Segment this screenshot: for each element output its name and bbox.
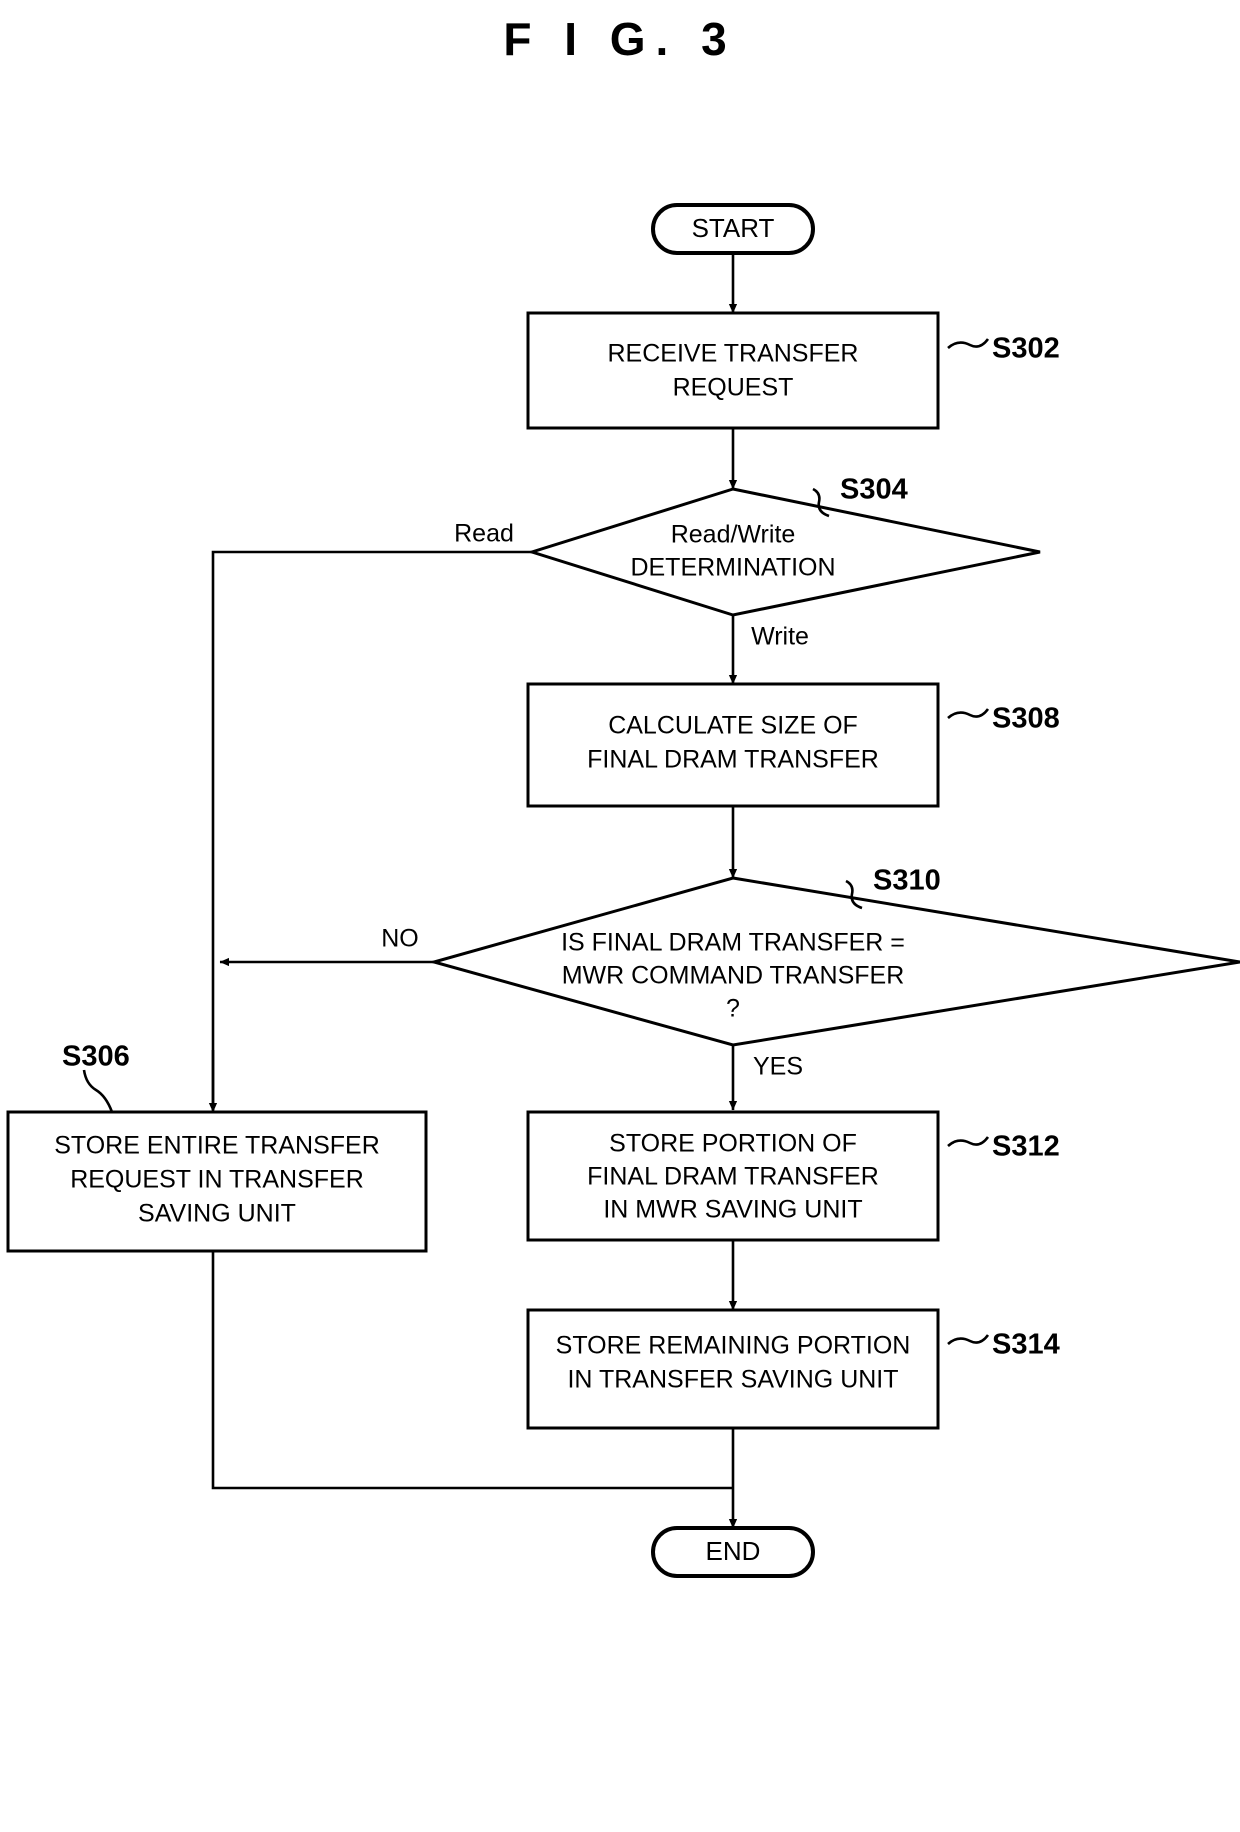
node-end-label: END [706, 1536, 761, 1566]
node-s306-line-1: STORE ENTIRE TRANSFER [54, 1132, 380, 1160]
leader-s312 [947, 1136, 990, 1147]
node-s302-line-1: RECEIVE TRANSFER [608, 340, 859, 368]
leader-s302 [947, 338, 990, 349]
node-s312-line-2: FINAL DRAM TRANSFER [587, 1163, 879, 1191]
node-s302 [526, 311, 940, 430]
edge-label-yes: YES [753, 1053, 803, 1081]
leader-s308 [947, 708, 990, 719]
step-label-s312: S312 [992, 1131, 1060, 1163]
leader-s314 [947, 1334, 990, 1345]
node-s312-line-1: STORE PORTION OF [609, 1130, 857, 1158]
node-s302-line-2: REQUEST [673, 374, 794, 402]
step-label-s308: S308 [992, 703, 1060, 735]
flowchart-canvas: START RECEIVE TRANSFER REQUEST S302 Read… [6, 203, 1240, 1578]
edge-label-read: Read [454, 520, 514, 548]
node-s308-line-1: CALCULATE SIZE OF [608, 712, 858, 740]
node-s304 [526, 487, 1041, 617]
node-s314-line-2: IN TRANSFER SAVING UNIT [567, 1366, 898, 1394]
node-s310-line-3: ? [726, 995, 740, 1023]
node-s314-line-1: STORE REMAINING PORTION [556, 1332, 911, 1360]
edge-label-no: NO [381, 925, 419, 953]
node-s304-line-1: Read/Write [671, 521, 796, 549]
edge-label-write: Write [751, 623, 809, 651]
step-label-s302: S302 [992, 333, 1060, 365]
node-s304-line-2: DETERMINATION [630, 554, 835, 582]
node-start-label: START [692, 213, 775, 243]
node-s306-line-3: SAVING UNIT [138, 1200, 296, 1228]
node-s306-line-2: REQUEST IN TRANSFER [70, 1166, 364, 1194]
step-label-s314: S314 [992, 1329, 1060, 1361]
step-label-s306: S306 [62, 1041, 130, 1073]
step-label-s310: S310 [873, 865, 941, 897]
figure-root: F I G. 3 START RECEIVE TRANSFER REQUEST … [0, 0, 1240, 1832]
leader-s306 [82, 1069, 114, 1113]
node-s308-line-2: FINAL DRAM TRANSFER [587, 746, 879, 774]
node-s312-line-3: IN MWR SAVING UNIT [603, 1196, 862, 1224]
connector-s304-read-vertical [211, 550, 532, 1110]
node-s310-line-1: IS FINAL DRAM TRANSFER = [561, 929, 905, 957]
node-s310-line-2: MWR COMMAND TRANSFER [562, 962, 905, 990]
step-label-s304: S304 [840, 474, 908, 506]
